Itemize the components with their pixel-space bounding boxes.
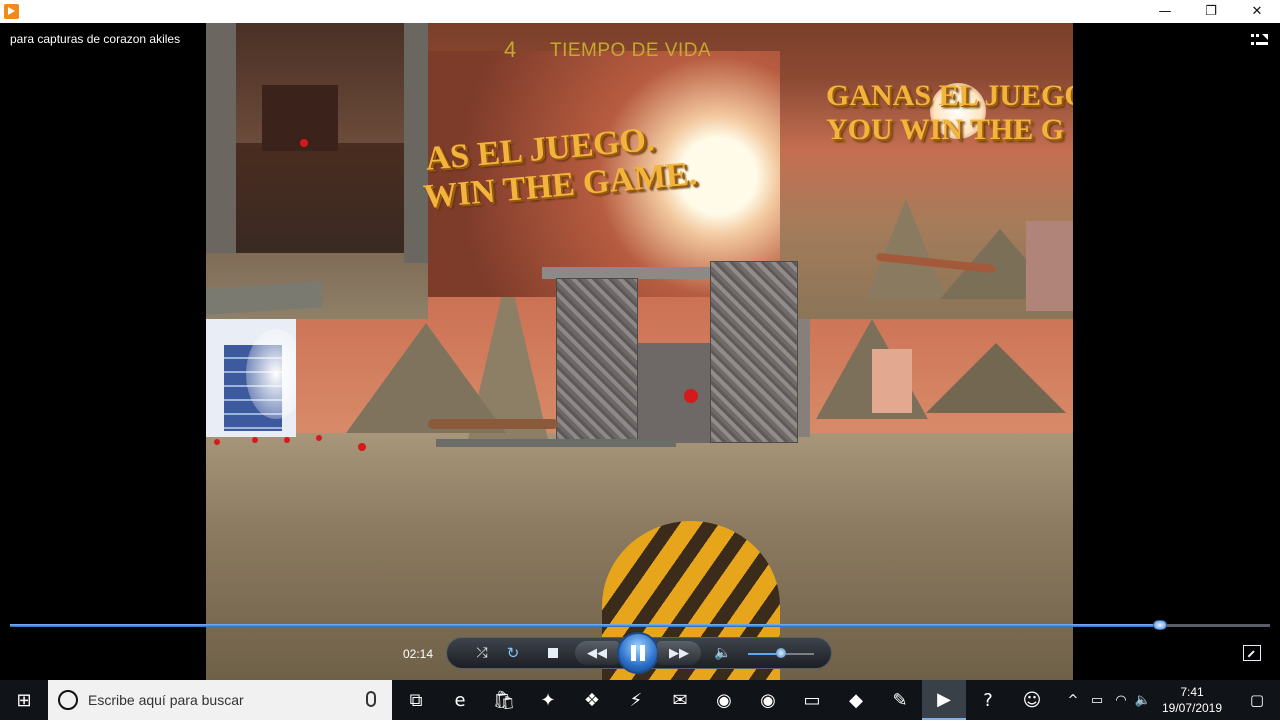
win-message-line: GANAS EL JUEGO: [826, 79, 1073, 112]
taskbar-app-app-blue-icon[interactable]: ◆: [834, 680, 878, 720]
cortana-icon: [58, 690, 78, 710]
scene-beam: [206, 280, 322, 316]
seek-bar[interactable]: [10, 624, 1270, 627]
close-button[interactable]: ✕: [1234, 0, 1280, 23]
taskbar-app-store-icon[interactable]: 🛍: [482, 680, 526, 720]
scene-red-orb: [316, 435, 322, 441]
tray-chevron-icon[interactable]: ^: [1062, 680, 1084, 720]
previous-button[interactable]: ◀◀: [575, 641, 619, 665]
wifi-icon[interactable]: ◠: [1110, 680, 1132, 720]
taskbar-app-media-player-icon[interactable]: ▶: [922, 680, 966, 720]
mute-button[interactable]: 🔈: [712, 643, 734, 663]
pause-icon: [640, 645, 645, 661]
scene-mountain: [866, 199, 946, 299]
scene-side-wall: [798, 319, 810, 437]
system-clock[interactable]: 7:41 19/07/2019: [1152, 684, 1232, 716]
scene-floor: [236, 143, 406, 253]
fullscreen-icon[interactable]: [1243, 645, 1261, 661]
win-message-line: YOU WIN THE G: [826, 113, 1065, 146]
media-player-app-icon: [4, 4, 19, 19]
pause-button[interactable]: [617, 632, 659, 674]
title-bar: — ❐ ✕: [0, 0, 1280, 23]
scene-slab: [436, 439, 676, 447]
scene-red-orb: [300, 139, 308, 147]
hud-lives-label: TIEMPO DE VIDA: [550, 40, 712, 61]
seek-thumb[interactable]: [1153, 620, 1168, 630]
start-button[interactable]: ⊞: [0, 680, 48, 720]
scene-stone-pillar: [710, 261, 798, 443]
clock-date: 19/07/2019: [1161, 701, 1223, 715]
taskbar-app-dropbox-icon[interactable]: ❖: [570, 680, 614, 720]
taskbar-app-file-explorer-icon[interactable]: ▭: [790, 680, 834, 720]
switch-to-library-icon[interactable]: [1250, 32, 1270, 48]
next-button[interactable]: ▶▶: [657, 641, 701, 665]
shuffle-button[interactable]: ⤮: [470, 643, 494, 663]
stop-button[interactable]: [542, 643, 564, 663]
minimize-button[interactable]: —: [1142, 0, 1188, 23]
scene-block: [1026, 221, 1073, 311]
scene-mountain: [346, 323, 506, 433]
taskbar-search-box[interactable]: Escribe aquí para buscar: [48, 680, 392, 720]
taskbar-app-paint-icon[interactable]: ✎: [878, 680, 922, 720]
scene-red-orb: [284, 437, 290, 443]
player-area: 4 TIEMPO DE VIDA GANAS EL JUEGO YOU WIN …: [0, 23, 1280, 680]
hud-lives-number: 4: [504, 37, 517, 62]
scene-pink-block: [872, 349, 912, 413]
volume-thumb[interactable]: [776, 648, 786, 658]
scene-arch-inner: [636, 343, 712, 443]
scene-stone-pillar: [556, 278, 638, 443]
taskbar-app-task-view-icon[interactable]: ⧉: [394, 680, 438, 720]
scene-wall: [206, 23, 236, 253]
scene-corridor-panel: [206, 23, 428, 319]
battery-icon[interactable]: ▭: [1086, 680, 1108, 720]
stop-icon: [548, 648, 558, 658]
scene-red-orb: [358, 443, 366, 451]
taskbar-app-firefox-2-icon[interactable]: ◉: [746, 680, 790, 720]
scene-mountain: [926, 343, 1066, 413]
maximize-button[interactable]: ❐: [1188, 0, 1234, 23]
taskbar-app-mail-icon[interactable]: ✉: [658, 680, 702, 720]
scene-figure: [428, 419, 558, 429]
media-title: para capturas de corazon akiles: [10, 32, 181, 46]
scene-red-orb: [684, 389, 698, 403]
taskbar-app-edge-icon[interactable]: e: [438, 680, 482, 720]
scene-red-orb: [252, 437, 258, 443]
clock-time: 7:41: [1180, 685, 1204, 699]
taskbar-app-firefox-icon[interactable]: ◉: [702, 680, 746, 720]
taskbar: ⊞ Escribe aquí para buscar ⧉ e 🛍 ✦ ❖ ⚡ ✉ ◉ ◉ ▭ ◆ ✎ ▶…: [0, 680, 1280, 720]
scene-ice-panel: [206, 319, 296, 437]
search-placeholder: Escribe aquí para buscar: [88, 692, 244, 708]
repeat-button[interactable]: ↻: [501, 643, 525, 663]
pause-icon: [631, 645, 636, 661]
taskbar-app-people-icon[interactable]: ☺: [1010, 680, 1054, 720]
video-frame[interactable]: 4 TIEMPO DE VIDA GANAS EL JUEGO YOU WIN …: [206, 23, 1073, 680]
taskbar-app-help-icon[interactable]: ?: [966, 680, 1010, 720]
volume-icon[interactable]: 🔈: [1132, 680, 1154, 720]
notification-center-icon[interactable]: ▢: [1234, 680, 1280, 720]
microphone-icon[interactable]: [366, 691, 376, 707]
seek-progress: [10, 624, 1161, 627]
scene-red-orb: [214, 439, 220, 445]
taskbar-app-app-bolt-icon[interactable]: ⚡: [614, 680, 658, 720]
taskbar-app-app-red-icon[interactable]: ✦: [526, 680, 570, 720]
elapsed-time: 02:14: [402, 647, 434, 661]
